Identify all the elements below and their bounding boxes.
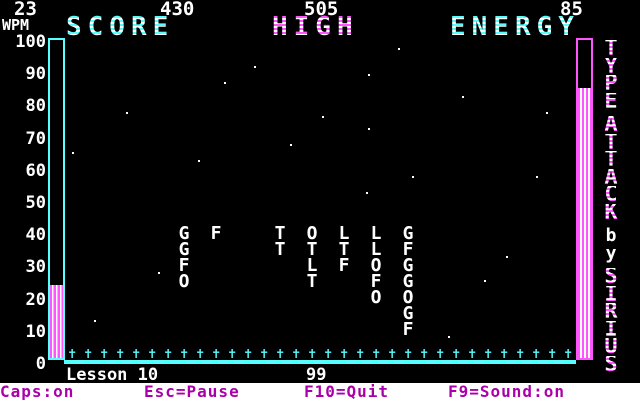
star [94, 320, 96, 322]
wpm-scale-tick: 10 [25, 321, 46, 342]
energy-meter-fill [578, 88, 591, 358]
city-cross-icon: ✝ [420, 346, 429, 362]
star [254, 66, 256, 68]
city-cross-icon: ✝ [324, 346, 333, 362]
star [462, 96, 464, 98]
city-cross-icon: ✝ [116, 346, 125, 362]
wpm-scale-tick: 90 [25, 64, 46, 85]
city-cross-icon: ✝ [292, 346, 301, 362]
city-cross-icon: ✝ [196, 346, 205, 362]
title-letter: E [594, 90, 628, 111]
star [224, 82, 226, 84]
energy-meter [576, 38, 593, 360]
star [398, 48, 400, 50]
city-cross-icon: ✝ [68, 346, 77, 362]
star [198, 160, 200, 162]
star [412, 176, 414, 178]
wpm-scale-tick: 100 [15, 32, 46, 52]
star [506, 256, 508, 258]
wpm-scale-tick: 0 [35, 354, 46, 374]
wpm-label: WPM [2, 16, 30, 34]
title-letter: y [605, 242, 617, 264]
high-label: HIGH [272, 12, 359, 42]
city-cross-icon: ✝ [180, 346, 189, 362]
city-cross-icon: ✝ [164, 346, 173, 362]
city-cross-icon: ✝ [244, 346, 253, 362]
city-cross-icon: ✝ [468, 346, 477, 362]
star [368, 74, 370, 76]
falling-letter: F [402, 319, 414, 340]
quit-hint[interactable]: F10=Quit [304, 383, 389, 400]
ground-line: ✝ ✝ ✝ ✝ ✝ ✝ ✝ ✝ ✝ ✝ ✝ ✝ ✝ ✝ ✝ ✝ ✝ ✝ ✝ ✝ ✝ ✝ ✝ ✝ ✝ ✝ ✝ ✝ ✝ ✝ ✝ ✝ [64, 346, 576, 364]
game-title: TYPEATTACKbySIRIUS [594, 38, 628, 375]
city-cross-icon: ✝ [148, 346, 157, 362]
falling-letter: F [338, 255, 350, 276]
star [536, 176, 538, 178]
title-letter: b [605, 225, 617, 246]
title-letter: K [594, 201, 628, 222]
city-cross-icon: ✝ [84, 346, 93, 362]
falling-letter: F [210, 223, 222, 244]
city-cross-icon: ✝ [340, 346, 349, 362]
city-cross-icon: ✝ [484, 346, 493, 362]
city-cross-icon: ✝ [100, 346, 109, 362]
city-cross-icon: ✝ [532, 346, 541, 362]
city-cross-icon: ✝ [308, 346, 317, 362]
status-bar: Caps:on Esc=Pause F10=Quit F9=Sound:on [0, 383, 640, 400]
city-cross-icon: ✝ [404, 346, 413, 362]
caps-status: Caps:on [0, 382, 75, 400]
star [484, 280, 486, 282]
star [72, 152, 74, 154]
falling-letter: O [370, 287, 382, 308]
city-cross-icon: ✝ [500, 346, 509, 362]
title-letter: S [594, 353, 628, 374]
energy-label: ENERGY [450, 12, 580, 42]
wpm-scale-tick: 70 [25, 128, 46, 149]
city-cross-icon: ✝ [356, 346, 365, 362]
star [126, 112, 128, 114]
wpm-meter [48, 38, 65, 360]
falling-letter: T [306, 271, 318, 292]
star [322, 116, 324, 118]
game-screen[interactable]: 23 430 505 85 WPM SCORE HIGH ENERGY 100 9… [0, 0, 640, 400]
city-cross-icon: ✝ [212, 346, 221, 362]
wpm-scale-tick: 80 [25, 96, 46, 117]
city-cross-icon: ✝ [228, 346, 237, 362]
city-cross-icon: ✝ [564, 346, 573, 362]
city-cross-icon: ✝ [276, 346, 285, 362]
star [448, 336, 450, 338]
city-cross-icon: ✝ [132, 346, 141, 362]
star [158, 272, 160, 274]
pause-hint[interactable]: Esc=Pause [144, 383, 240, 400]
wpm-scale-tick: 60 [25, 160, 46, 181]
star [368, 128, 370, 130]
city-cross-icon: ✝ [436, 346, 445, 362]
score-label: SCORE [66, 12, 175, 42]
falling-letter: O [178, 271, 190, 292]
wpm-scale-tick: 20 [25, 289, 46, 310]
star [366, 192, 368, 194]
sound-hint[interactable]: F9=Sound:on [448, 383, 565, 400]
city-cross-icon: ✝ [452, 346, 461, 362]
city-cross-icon: ✝ [548, 346, 557, 362]
falling-letter: T [274, 239, 286, 260]
city-cross-icon: ✝ [372, 346, 381, 362]
city-cross-icon: ✝ [260, 346, 269, 362]
wpm-scale-tick: 50 [25, 193, 46, 213]
city-cross-icon: ✝ [388, 346, 397, 362]
wpm-scale-tick: 30 [25, 257, 46, 278]
wpm-meter-fill [50, 285, 63, 358]
city-cross-icon: ✝ [516, 346, 525, 362]
star [290, 144, 292, 146]
star [546, 112, 548, 114]
wpm-scale-tick: 40 [25, 225, 46, 246]
